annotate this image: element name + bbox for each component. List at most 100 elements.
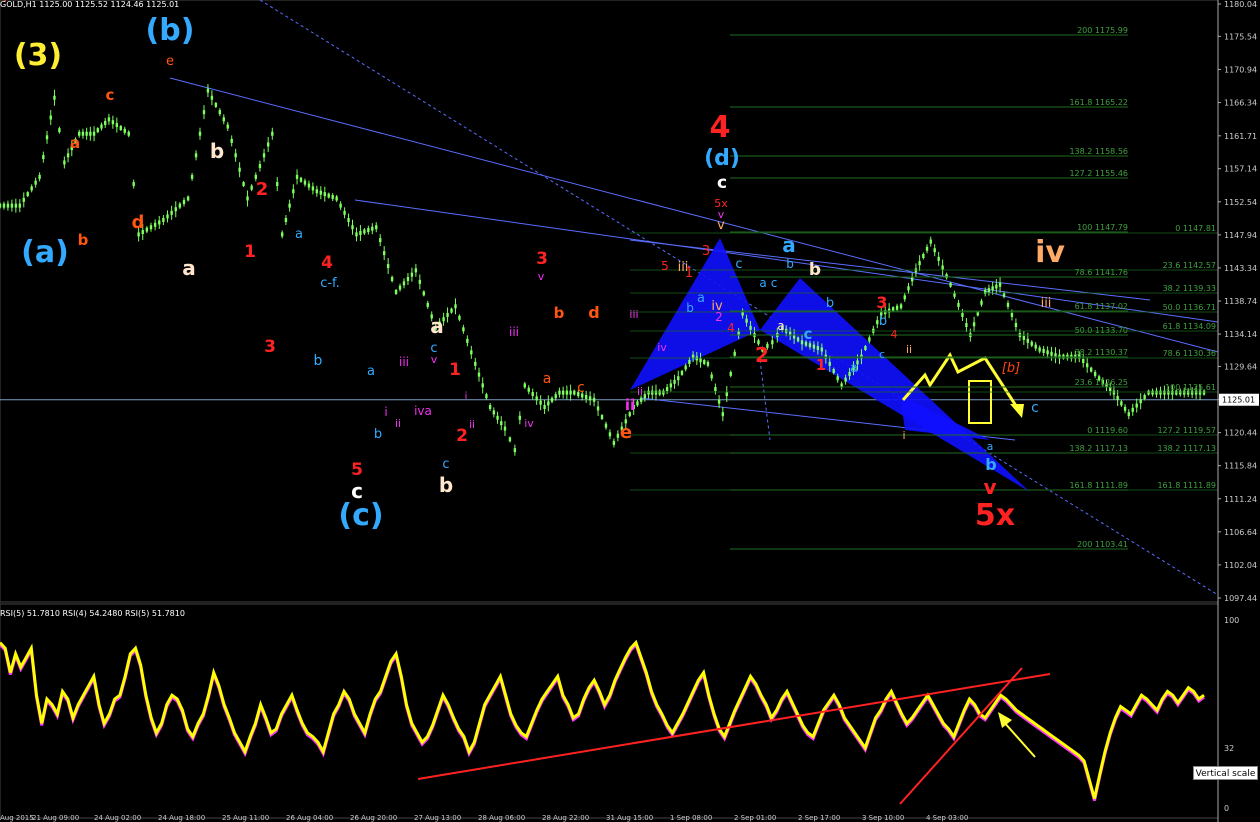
- candle-body: [995, 284, 998, 289]
- rsi-legend: RSI(5) 51.7810 RSI(4) 54.2480 RSI(5) 51.…: [0, 609, 185, 618]
- wave-label: c: [1031, 400, 1039, 416]
- wave-label: a: [70, 134, 80, 152]
- wave-label: b: [686, 301, 694, 315]
- candle-body: [145, 227, 149, 232]
- candle-body: [1127, 412, 1130, 417]
- rsi-line-secondary: [0, 641, 1205, 801]
- candle-body: [280, 232, 284, 237]
- wave-label: c: [106, 86, 115, 104]
- wave-label: c: [442, 457, 449, 472]
- candle-body: [206, 88, 210, 93]
- wave-label: a: [697, 291, 705, 306]
- candle-body: [508, 437, 512, 442]
- wave-label: a: [182, 256, 196, 280]
- price-tick-label: 1157.14: [1224, 165, 1257, 174]
- wave-label: 2: [456, 426, 468, 446]
- candle-body: [288, 203, 291, 208]
- candle-body: [271, 131, 274, 136]
- candle-body: [677, 376, 680, 381]
- candle-body: [554, 394, 557, 399]
- candle-body: [390, 276, 394, 281]
- wave-label: 4: [727, 321, 735, 335]
- rsi-tick-label: 100: [1224, 616, 1239, 625]
- fib-level-label: 100 1125.61: [1165, 383, 1216, 392]
- candle-body: [673, 379, 676, 384]
- candle-body: [1109, 387, 1112, 392]
- candle-body: [820, 347, 824, 352]
- wave-label: a: [295, 227, 303, 242]
- wave-label: 5: [351, 460, 363, 480]
- candle-body: [481, 383, 484, 388]
- candle-body: [710, 374, 713, 379]
- candle-body: [426, 302, 429, 307]
- vertical-scale-button[interactable]: Vertical scale: [1193, 766, 1258, 780]
- candle-body: [1089, 367, 1093, 372]
- candle-body: [485, 394, 488, 399]
- candle-body: [1006, 302, 1010, 307]
- candle-body: [414, 268, 418, 273]
- candle-body: [812, 344, 816, 349]
- price-pane: [0, 0, 1219, 603]
- candle-body: [198, 131, 202, 136]
- wave-label: 1: [816, 356, 826, 374]
- candle-body: [518, 415, 522, 420]
- candle-body: [119, 125, 122, 130]
- candle-body: [680, 370, 684, 375]
- wave-label: b: [78, 231, 89, 249]
- candle-body: [596, 406, 600, 411]
- candle-body: [132, 182, 135, 187]
- candle-body: [398, 285, 402, 290]
- wave-label: 3: [702, 244, 710, 259]
- candle-body: [174, 207, 177, 212]
- candle-body: [323, 192, 326, 197]
- candle-body: [1022, 335, 1026, 340]
- fib-level-label: 138.2 1158.56: [1069, 147, 1128, 156]
- fib-level-label: 0 1147.81: [1175, 224, 1216, 233]
- candle-body: [158, 220, 161, 225]
- wave-label: iv: [657, 341, 667, 354]
- chart-canvas: 200 1175.99161.8 1165.22138.2 1158.56127…: [0, 0, 1259, 822]
- wave-label: 1: [449, 360, 461, 380]
- candle-body: [14, 203, 18, 208]
- wave-label: b: [314, 353, 323, 369]
- candle-body: [226, 124, 229, 129]
- price-tick-label: 1161.71: [1224, 132, 1257, 141]
- candle-body: [2, 203, 6, 208]
- candle-body: [194, 153, 198, 158]
- candle-body: [535, 396, 538, 401]
- candle-body: [527, 387, 530, 392]
- candle-body: [22, 197, 25, 202]
- price-tick-label: 1115.84: [1224, 462, 1257, 471]
- wave-label: b: [985, 455, 996, 474]
- candle-body: [367, 228, 370, 233]
- candle-body: [382, 251, 386, 256]
- wave-label: iii: [629, 308, 638, 321]
- wave-label: ii: [469, 418, 475, 431]
- candle-body: [543, 404, 546, 409]
- candle-body: [907, 286, 910, 291]
- fib-level-label: 50.0 1136.71: [1163, 303, 1216, 312]
- candle-body: [307, 183, 311, 188]
- candle-body: [1123, 406, 1127, 411]
- candle-body: [616, 433, 620, 438]
- candle-body: [588, 396, 592, 401]
- candle-body: [699, 358, 702, 363]
- wave-label: d: [588, 303, 599, 322]
- candle-body: [394, 289, 398, 294]
- candle-body: [1143, 394, 1146, 399]
- candle-body: [636, 401, 639, 406]
- candle-body: [242, 182, 245, 187]
- time-tick-label: 4 Sep 03:00: [926, 814, 968, 822]
- fib-level-label: 78.6 1130.36: [1163, 349, 1216, 358]
- candle-body: [359, 230, 362, 235]
- candle-body: [311, 186, 315, 191]
- candle-body: [808, 343, 812, 348]
- candle-body: [49, 115, 52, 120]
- candle-body: [30, 186, 33, 191]
- wave-label: iii: [509, 325, 519, 339]
- time-tick-label: 2 Sep 01:00: [734, 814, 776, 822]
- candle-body: [222, 117, 225, 122]
- candle-body: [474, 361, 477, 366]
- candle-body: [422, 291, 425, 296]
- candle-body: [218, 110, 222, 115]
